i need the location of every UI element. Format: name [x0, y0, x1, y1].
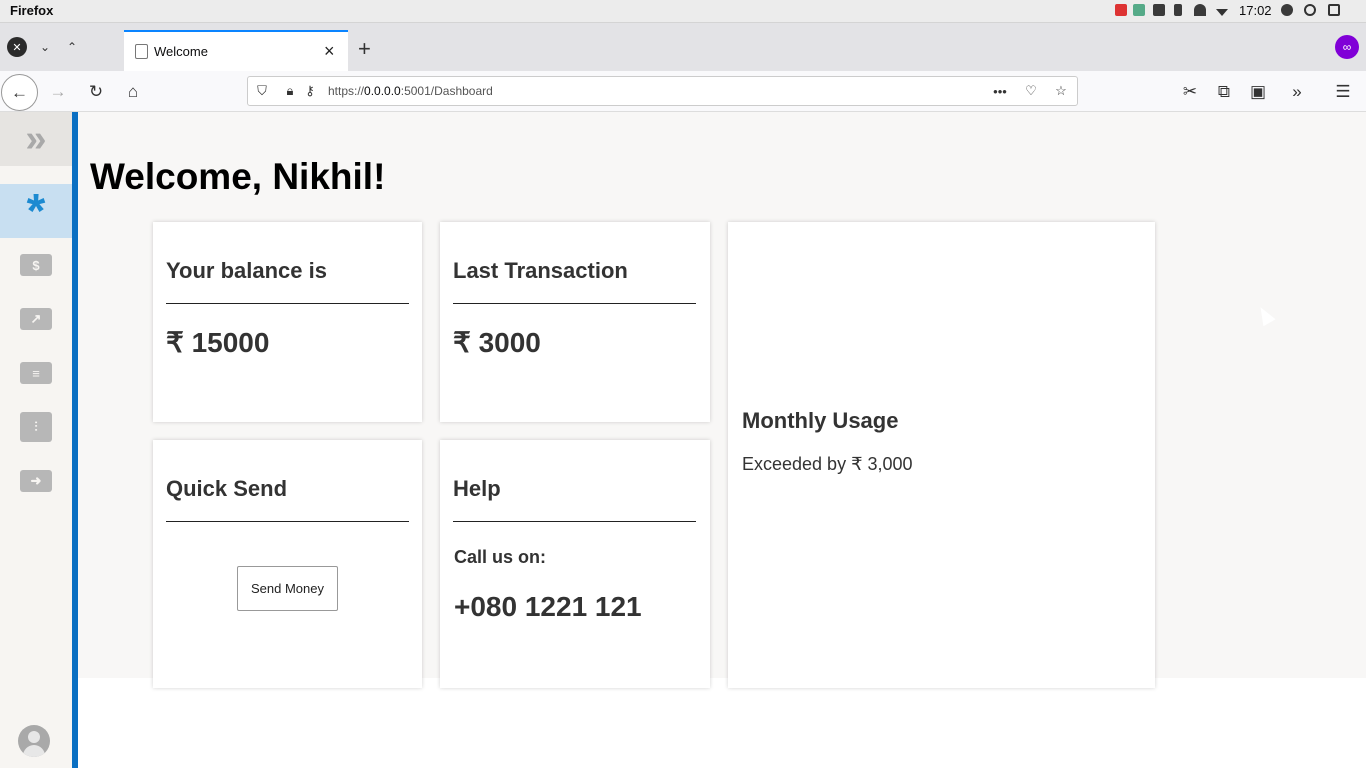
page-title: Welcome, Nikhil!: [90, 156, 386, 197]
last-transaction-card: Last Transaction ₹ 3000: [440, 222, 710, 422]
sidebar-item-dashboard[interactable]: *: [0, 184, 72, 238]
help-card: Help Call us on: +080 1221 121: [440, 440, 710, 688]
update-icon[interactable]: [1133, 4, 1145, 16]
private-browsing-icon[interactable]: ∞: [1335, 35, 1359, 59]
clock: 17:02: [1239, 3, 1272, 18]
balance-card: Your balance is ₹ 15000: [153, 222, 422, 422]
quick-send-title: Quick Send: [166, 476, 288, 501]
overflow-chevron-icon[interactable]: »: [1284, 79, 1310, 105]
new-tab-button[interactable]: +: [358, 36, 371, 62]
os-menu-bar: Firefox 17:02: [0, 0, 1366, 23]
url-text[interactable]: https://0.0.0.0:5001/Dashboard: [328, 84, 493, 98]
bookmark-star-icon[interactable]: ☆: [1052, 82, 1070, 100]
monthly-usage-title: Monthly Usage: [742, 408, 899, 433]
help-title: Help: [453, 476, 501, 501]
last-transaction-title: Last Transaction: [453, 258, 628, 283]
navigation-toolbar: ← → ↻ ⌂ ⛉ 🔒︎ ⚷ https://0.0.0.0:5001/Dash…: [0, 71, 1366, 112]
wifi-icon[interactable]: [1194, 4, 1206, 16]
cut-icon[interactable]: ✂: [1177, 79, 1203, 105]
brightness-icon[interactable]: [1281, 4, 1293, 16]
avatar[interactable]: [18, 725, 50, 757]
window-minimize-button[interactable]: ⌄: [35, 37, 55, 57]
shield-icon[interactable]: ⛉: [253, 82, 271, 100]
balance-title: Your balance is: [166, 258, 327, 283]
url-bar[interactable]: ⛉ 🔒︎ ⚷ https://0.0.0.0:5001/Dashboard ••…: [247, 76, 1078, 106]
balance-value: ₹ 15000: [166, 327, 270, 358]
send-money-button[interactable]: Send Money: [237, 566, 338, 611]
avatar-head: [28, 731, 40, 743]
sidebar-item-settings[interactable]: ⫶: [0, 400, 72, 454]
sliders-icon: ⫶: [20, 412, 52, 442]
asterisk-icon: *: [26, 184, 46, 238]
dropdown-icon[interactable]: [1216, 9, 1228, 16]
pocket-icon[interactable]: ♡: [1022, 82, 1040, 100]
home-button[interactable]: ⌂: [120, 79, 146, 105]
sidebar-item-transactions[interactable]: ≡: [0, 346, 72, 400]
sidebar-item-logout[interactable]: ➜: [0, 454, 72, 508]
list-icon: ≡: [20, 362, 52, 384]
menu-icon[interactable]: ☰: [1330, 79, 1356, 105]
reload-button[interactable]: ↻: [83, 79, 109, 105]
avatar-body: [23, 745, 45, 757]
logout-icon: ➜: [20, 470, 52, 492]
lock-warning-icon[interactable]: 🔒︎: [281, 82, 299, 100]
sidebar-item-payments[interactable]: $: [0, 238, 72, 292]
back-button[interactable]: ←: [1, 74, 38, 111]
key-icon[interactable]: ⚷: [301, 82, 319, 100]
forward-button[interactable]: →: [45, 79, 71, 105]
tab-title: Welcome: [154, 44, 208, 59]
volume-icon[interactable]: [1153, 4, 1165, 16]
app-name: Firefox: [10, 3, 54, 18]
sidebar-item-analytics[interactable]: ↗: [0, 292, 72, 346]
page-icon: [135, 44, 148, 59]
help-phone[interactable]: +080 1221 121: [454, 591, 642, 623]
divider: [166, 521, 409, 522]
last-transaction-value: ₹ 3000: [453, 327, 541, 358]
copy-icon[interactable]: ⧉: [1211, 79, 1237, 105]
tab-welcome[interactable]: Welcome ×: [124, 30, 348, 71]
window-maximize-button[interactable]: ⌃: [62, 37, 82, 57]
window-close-button[interactable]: ✕: [7, 37, 27, 57]
divider: [166, 303, 409, 304]
monthly-usage-card: Monthly Usage Exceeded by ₹ 3,000: [728, 222, 1155, 688]
page-actions-icon[interactable]: •••: [991, 82, 1009, 100]
flag-icon[interactable]: [1115, 4, 1127, 16]
bill-icon: $: [20, 254, 52, 276]
divider: [453, 303, 696, 304]
double-chevron-right-icon: »: [25, 117, 47, 160]
sidebar-expand-button[interactable]: »: [0, 112, 72, 166]
search-icon[interactable]: [1304, 4, 1316, 16]
battery-icon[interactable]: [1174, 4, 1182, 16]
window-icon[interactable]: [1328, 4, 1340, 16]
web-page: » * $ ↗ ≡ ⫶ ➜ Welcome, Nikhil! Your bala…: [0, 112, 1366, 768]
trend-chart-icon: ↗: [20, 308, 52, 330]
sidebar: » * $ ↗ ≡ ⫶ ➜: [0, 112, 72, 768]
quick-send-card: Quick Send Send Money: [153, 440, 422, 688]
tab-close-button[interactable]: ×: [324, 41, 335, 62]
divider: [453, 521, 696, 522]
monthly-usage-status: Exceeded by ₹ 3,000: [742, 454, 913, 474]
help-call-label: Call us on:: [454, 547, 547, 567]
paste-icon[interactable]: ▣: [1245, 79, 1271, 105]
